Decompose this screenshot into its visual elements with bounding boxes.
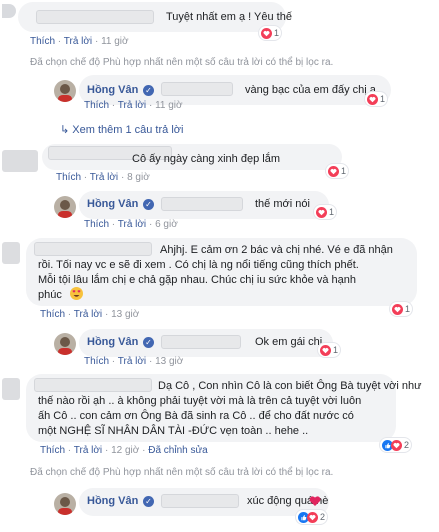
reply-bubble: Hồng Vân ✓ Ok em gái chị bbox=[79, 329, 333, 357]
comment-actions: Thích · Trả lời · 12 giờ · Đã chỉnh sửa bbox=[40, 445, 208, 456]
reaction-count[interactable]: 2 bbox=[380, 438, 412, 452]
blurred-name bbox=[34, 378, 152, 392]
blurred-name bbox=[36, 10, 154, 24]
reply-arrow-icon: ↳ bbox=[60, 124, 70, 136]
reply-text: thế mới nói bbox=[255, 198, 310, 210]
comment-line-3: ấh Cô .. con cảm ơn Ông Bà đã sinh ra Cô… bbox=[38, 410, 354, 422]
like-link[interactable]: Thích bbox=[56, 172, 81, 183]
blurred-mention bbox=[161, 494, 239, 508]
comment-actions: Thích · Trả lời · 8 giờ bbox=[56, 172, 150, 183]
filter-note: Đã chọn chế độ Phù hợp nhất nên một số c… bbox=[30, 57, 334, 68]
like-link[interactable]: Thích bbox=[84, 356, 109, 367]
edited-link[interactable]: Đã chỉnh sửa bbox=[148, 445, 208, 456]
reply-time[interactable]: 11 giờ bbox=[155, 100, 183, 111]
reply-link[interactable]: Trả lời bbox=[118, 219, 146, 230]
view-more-replies[interactable]: ↳ Xem thêm 1 câu trả lời bbox=[60, 123, 183, 137]
comment-bubble: Cô ấy ngày càng xinh đẹp lắm bbox=[42, 144, 342, 170]
like-link[interactable]: Thích bbox=[84, 219, 109, 230]
reaction-count[interactable]: 1 bbox=[326, 164, 349, 178]
comment-actions: Thích · Trả lời · 11 giờ bbox=[30, 36, 129, 47]
heart-icon bbox=[391, 439, 402, 451]
comment-line-2: thế nào rồi ạh .. à không phải tuyệt vời… bbox=[38, 395, 362, 407]
comment-line-3: Mỗi tội lâu lắm chị e chả gặp nhau. Chúc… bbox=[38, 274, 356, 286]
comment-line-4: một NGHỆ SĨ NHÂN DÂN TÀI -ĐỨC vẹn toàn .… bbox=[38, 425, 309, 437]
comment-time[interactable]: 8 giờ bbox=[127, 172, 150, 183]
comment-time[interactable]: 11 giờ bbox=[101, 36, 129, 47]
verified-badge-icon: ✓ bbox=[143, 337, 154, 348]
reaction-count[interactable]: 1 bbox=[318, 343, 341, 357]
comment-bubble: Ahjhj. E cảm ơn 2 bác và chị nhé. Vé e đ… bbox=[26, 238, 417, 306]
reply-time[interactable]: 6 giờ bbox=[155, 219, 178, 230]
reply-link[interactable]: Trả lời bbox=[64, 36, 92, 47]
blurred-mention bbox=[161, 197, 243, 211]
heart-icon bbox=[328, 165, 339, 177]
reply-actions: Thích · Trả lời · 6 giờ bbox=[84, 219, 178, 230]
verified-badge-icon: ✓ bbox=[143, 85, 154, 96]
reply-link[interactable]: Trả lời bbox=[74, 309, 102, 320]
page-avatar[interactable] bbox=[54, 196, 76, 218]
reply-link[interactable]: Trả lời bbox=[90, 172, 118, 183]
comment-line-4: phúc bbox=[38, 289, 62, 301]
reaction-count[interactable]: 2 bbox=[296, 510, 328, 524]
reaction-count[interactable]: 1 bbox=[365, 92, 388, 106]
verified-badge-icon: ✓ bbox=[143, 496, 154, 507]
like-link[interactable]: Thích bbox=[40, 309, 65, 320]
comment-bubble: Dạ Cô , Con nhìn Cô là con biết Ông Bà t… bbox=[26, 374, 421, 442]
heart-eyes-emoji-icon bbox=[70, 287, 83, 300]
commenter-avatar[interactable] bbox=[2, 378, 20, 400]
comment-time[interactable]: 13 giờ bbox=[111, 309, 139, 320]
like-link[interactable]: Thích bbox=[84, 100, 109, 111]
reply-bubble: Hồng Vân ✓ thế mới nói bbox=[79, 191, 329, 219]
reply-link[interactable]: Trả lời bbox=[118, 100, 146, 111]
comment-bubble: Tuyệt nhất em ạ ! Yêu thế bbox=[18, 2, 292, 32]
author-name[interactable]: Hồng Vân bbox=[87, 197, 138, 211]
like-link[interactable]: Thích bbox=[40, 445, 65, 456]
reply-link[interactable]: Trả lời bbox=[74, 445, 102, 456]
author-name[interactable]: Hồng Vân bbox=[87, 335, 138, 349]
reply-time[interactable]: 13 giờ bbox=[155, 356, 183, 367]
reply-bubble: Hồng Vân ✓ xúc động quá nè bbox=[79, 488, 329, 516]
commenter-avatar[interactable] bbox=[2, 242, 20, 264]
page-avatar[interactable] bbox=[54, 333, 76, 355]
comment-text: Tuyệt nhất em ạ ! Yêu thế bbox=[166, 11, 292, 23]
comment-text: Cô ấy ngày càng xinh đẹp lắm bbox=[132, 153, 280, 165]
heart-icon bbox=[320, 344, 331, 356]
reply-actions: Thích · Trả lời · 11 giờ bbox=[84, 100, 183, 111]
comment-line-2: rồi. Tối nay vc e sẽ đi xem . Có chị là … bbox=[38, 259, 359, 271]
heart-icon bbox=[316, 206, 327, 218]
reply-link[interactable]: Trả lời bbox=[118, 356, 146, 367]
reply-text: Ok em gái chị bbox=[255, 336, 323, 348]
commenter-avatar[interactable] bbox=[2, 4, 16, 18]
page-avatar[interactable] bbox=[54, 80, 76, 102]
author-name[interactable]: Hồng Vân bbox=[87, 494, 138, 508]
author-name[interactable]: Hồng Vân bbox=[87, 83, 138, 97]
comment-line-1: Dạ Cô , Con nhìn Cô là con biết Ông Bà t… bbox=[158, 380, 422, 392]
blurred-mention bbox=[161, 82, 233, 96]
verified-badge-icon: ✓ bbox=[143, 199, 154, 210]
heart-icon bbox=[307, 511, 318, 523]
heart-icon bbox=[392, 303, 403, 315]
reply-actions: Thích · Trả lời · 13 giờ bbox=[84, 356, 184, 367]
red-heart-emoji-icon bbox=[309, 495, 321, 507]
like-link[interactable]: Thích bbox=[30, 36, 55, 47]
comment-actions: Thích · Trả lời · 13 giờ bbox=[40, 309, 140, 320]
heart-icon bbox=[261, 27, 272, 39]
commenter-avatar[interactable] bbox=[2, 150, 38, 172]
blurred-mention bbox=[161, 335, 241, 349]
reaction-count[interactable]: 1 bbox=[390, 302, 413, 316]
heart-icon bbox=[367, 93, 378, 105]
reaction-count[interactable]: 1 bbox=[259, 26, 282, 40]
comment-line-1: Ahjhj. E cảm ơn 2 bác và chị nhé. Vé e đ… bbox=[160, 244, 393, 256]
reaction-count[interactable]: 1 bbox=[314, 205, 337, 219]
filter-note: Đã chọn chế độ Phù hợp nhất nên một số c… bbox=[30, 467, 334, 478]
comment-time[interactable]: 12 giờ bbox=[111, 445, 139, 456]
blurred-name bbox=[34, 242, 152, 256]
page-avatar[interactable] bbox=[54, 493, 76, 515]
reply-text: vàng bạc của em đấy chị ạ bbox=[245, 84, 376, 96]
